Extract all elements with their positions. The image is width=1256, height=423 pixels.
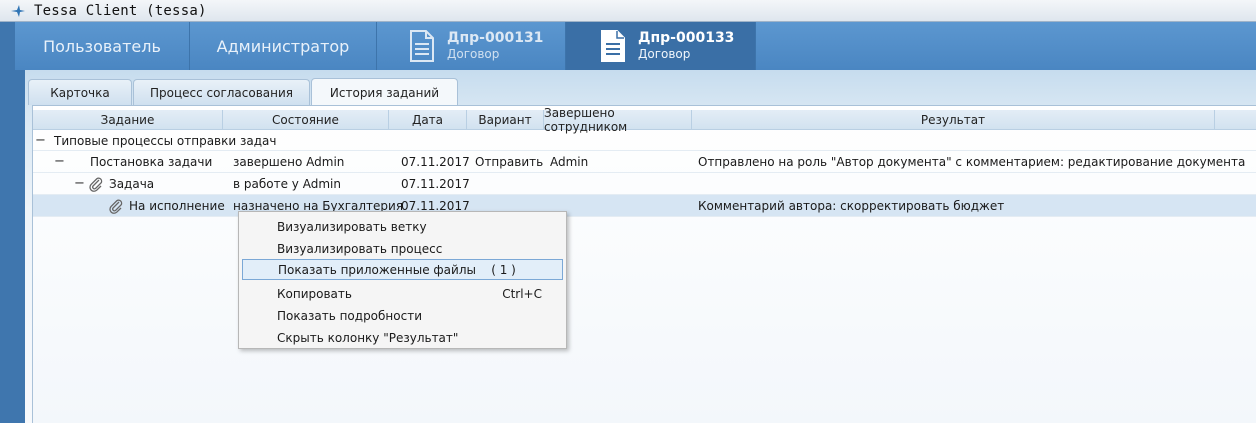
top-navigation: Пользователь Администратор Дпр-000131 До… — [0, 22, 1256, 70]
menu-item-visualize-process[interactable]: Визуализировать процесс — [242, 238, 563, 259]
document-icon — [410, 30, 434, 62]
menu-item-label: Визуализировать ветку — [277, 219, 427, 234]
card-content: Карточка Процесс согласования История за… — [25, 70, 1256, 423]
menu-item-shortcut: Ctrl+C — [502, 286, 542, 301]
task-cell: На исполнение — [129, 199, 225, 213]
column-header-state[interactable]: Состояние — [223, 110, 389, 130]
paperclip-icon — [109, 199, 123, 214]
document-type: Договор — [638, 47, 691, 61]
menu-item-label: Визуализировать процесс — [277, 241, 443, 256]
table-row[interactable]: − Задача в работе у Admin 07.11.2017 — [33, 173, 1256, 195]
result-cell: Отправлено на роль "Автор документа" с к… — [698, 155, 1246, 169]
task-history-grid: Задание Состояние Дата Вариант Завершено… — [32, 105, 1256, 423]
state-cell: завершено Admin — [233, 155, 345, 169]
column-header-date[interactable]: Дата — [389, 110, 467, 130]
state-cell: в работе у Admin — [233, 177, 341, 191]
document-number: Дпр-000131 — [447, 30, 544, 46]
column-header-completed-by[interactable]: Завершено сотрудником — [544, 106, 692, 134]
column-header-task[interactable]: Задание — [33, 110, 223, 130]
menu-item-label: Скрыть колонку "Результат" — [277, 330, 459, 345]
paperclip-icon — [89, 177, 103, 192]
left-border — [0, 70, 25, 423]
task-cell: Задача — [109, 177, 155, 191]
menu-item-hide-result-column[interactable]: Скрыть колонку "Результат" — [242, 327, 563, 348]
group-row[interactable]: − Типовые процессы отправки задач — [33, 131, 1256, 151]
tab-task-history[interactable]: История заданий — [311, 78, 458, 106]
option-cell: Отправить — [475, 155, 544, 169]
result-cell: Комментарий автора: скорректировать бюдж… — [698, 199, 1005, 213]
column-header-result[interactable]: Результат — [692, 110, 1215, 130]
date-cell: 07.11.2017 — [401, 155, 470, 169]
menu-item-show-details[interactable]: Показать подробности — [242, 305, 563, 326]
menu-item-visualize-branch[interactable]: Визуализировать ветку — [242, 216, 563, 237]
completed-by-cell: Admin — [550, 155, 589, 169]
tab-approval-process[interactable]: Процесс согласования — [133, 79, 310, 105]
collapse-icon[interactable]: − — [74, 176, 85, 191]
collapse-icon[interactable]: − — [54, 154, 65, 169]
document-type: Договор — [447, 47, 500, 61]
window-title: Tessa Client (tessa) — [34, 2, 207, 19]
column-header-option[interactable]: Вариант — [467, 110, 544, 130]
grid-header: Задание Состояние Дата Вариант Завершено… — [33, 106, 1256, 134]
menu-item-label: Показать приложенные файлы ( 1 ) — [278, 262, 516, 277]
nav-left-strip — [0, 22, 15, 70]
collapse-icon[interactable]: − — [35, 133, 46, 148]
title-bar: Tessa Client (tessa) — [0, 0, 1256, 22]
menu-item-show-attached-files[interactable]: Показать приложенные файлы ( 1 ) — [242, 259, 563, 280]
menu-item-label: Копировать — [277, 286, 352, 301]
context-menu: Визуализировать ветку Визуализировать пр… — [238, 211, 567, 349]
table-row[interactable]: − Постановка задачи завершено Admin 07.1… — [33, 151, 1256, 173]
document-icon — [601, 30, 625, 62]
tab-card[interactable]: Карточка — [28, 79, 132, 105]
group-label: Типовые процессы отправки задач — [54, 134, 277, 148]
document-tab-2[interactable]: Дпр-000133 Договор — [566, 22, 756, 70]
document-tab-1[interactable]: Дпр-000131 Договор — [377, 22, 566, 70]
document-number: Дпр-000133 — [638, 30, 735, 46]
menu-item-label: Показать подробности — [277, 308, 422, 323]
admin-button[interactable]: Администратор — [190, 22, 377, 70]
tessa-logo-icon — [11, 4, 25, 17]
date-cell: 07.11.2017 — [401, 177, 470, 191]
table-row[interactable]: На исполнение назначено на Бухгалтерия 0… — [33, 195, 1256, 217]
menu-item-copy[interactable]: Копировать Ctrl+C — [242, 283, 563, 304]
task-cell: Постановка задачи — [90, 155, 213, 169]
user-button[interactable]: Пользователь — [15, 22, 190, 70]
